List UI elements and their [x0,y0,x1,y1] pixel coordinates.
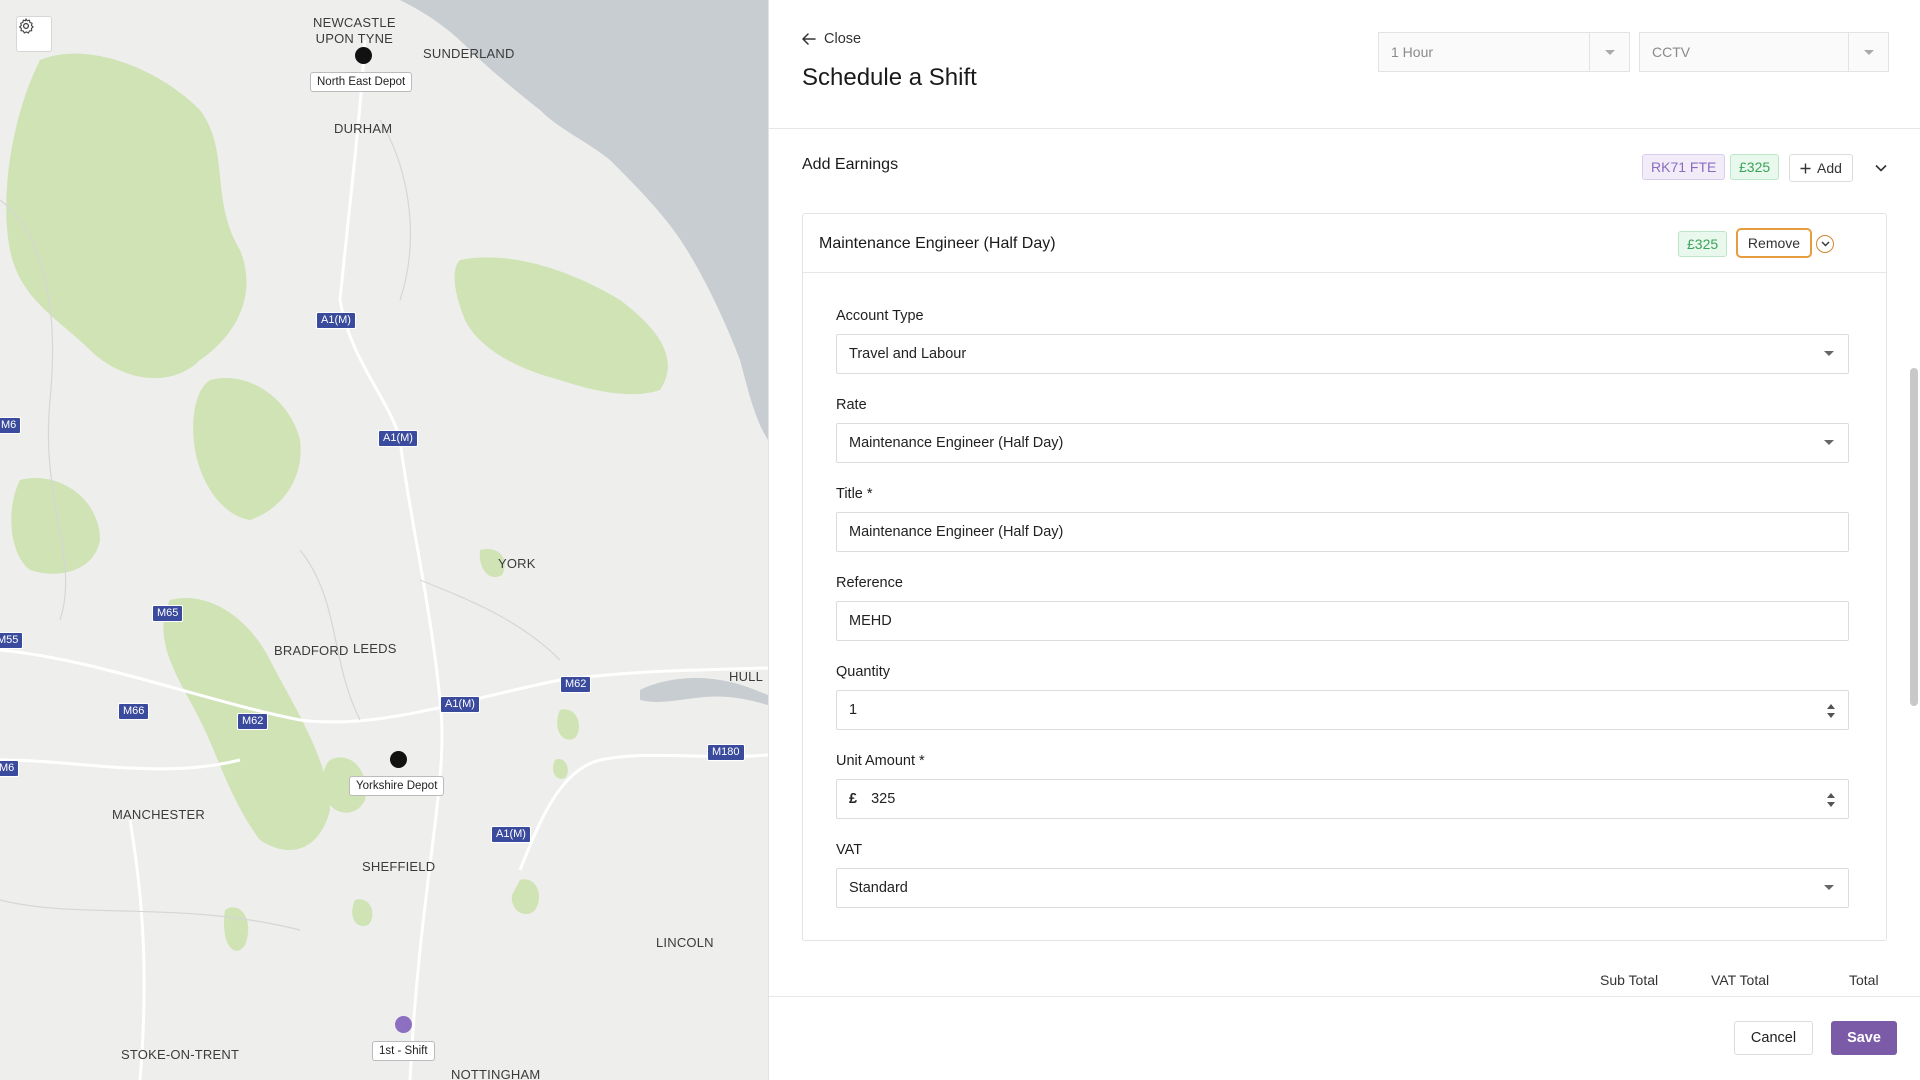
road-shield: A1(M) [440,696,480,713]
road-shield: A1(M) [491,826,531,843]
quantity-value: 1 [849,702,858,718]
road-shield: M62 [237,713,269,730]
earnings-total-chip: £325 [1730,154,1780,180]
rate-label: Rate [836,397,867,413]
marker-label: 1st - Shift [372,1041,435,1061]
earning-price-chip: £325 [1678,231,1728,257]
place-label-leeds: LEEDS [353,641,397,656]
chevron-down-icon [1875,164,1887,172]
unit-amount-stepper[interactable]: £ 325 [836,779,1849,819]
road-shield: A1(M) [316,312,356,329]
place-label-sheffield: SHEFFIELD [362,859,436,874]
marker-label: Yorkshire Depot [349,776,445,796]
map-canvas [0,0,768,1080]
close-label: Close [824,31,862,47]
panel-scrollbar[interactable] [1910,368,1918,706]
panel-header: Close Schedule a Shift 1 Hour CCTV [769,0,1920,129]
unit-amount-label: Unit Amount * [836,753,925,769]
place-label-bradford: BRADFORD [274,643,349,658]
remove-button[interactable]: Remove [1736,228,1812,258]
road-shield: M6 [0,760,20,777]
title-label: Title * [836,486,873,502]
rate-select[interactable]: Maintenance Engineer (Half Day) [836,423,1849,463]
schedule-shift-panel: Close Schedule a Shift 1 Hour CCTV Add E… [768,0,1920,1080]
duration-value: 1 Hour [1391,44,1434,60]
vat-select[interactable]: Standard [836,868,1849,908]
add-earning-button[interactable]: Add [1789,154,1853,182]
place-label-stoke: STOKE-ON-TRENT [121,1047,240,1062]
sub-total-label: Sub Total [1600,972,1659,988]
reference-label: Reference [836,575,903,591]
currency-symbol: £ [849,791,858,807]
earning-card: Maintenance Engineer (Half Day) £325 Rem… [802,213,1887,941]
title-input[interactable]: Maintenance Engineer (Half Day) [836,512,1849,552]
cancel-button[interactable]: Cancel [1734,1021,1813,1055]
stepper-icon[interactable] [1826,702,1836,720]
vat-value: Standard [849,880,908,896]
earning-card-title: Maintenance Engineer (Half Day) [819,235,1056,252]
woodland-areas [6,53,668,951]
map-settings-button[interactable] [16,16,52,52]
chevron-down-icon [1589,33,1629,71]
gear-icon [19,18,34,34]
account-type-label: Account Type [836,308,924,324]
caret-down-icon [1824,440,1834,445]
caret-down-icon [1824,351,1834,356]
vat-label: VAT [836,842,863,858]
add-label: Add [1817,160,1842,176]
vat-total-label: VAT Total [1711,972,1770,988]
chevron-down-icon [1848,33,1888,71]
quantity-label: Quantity [836,664,890,680]
title-value: Maintenance Engineer (Half Day) [849,524,1064,540]
road-shield: M66 [118,703,150,720]
marker-label: North East Depot [310,72,413,92]
collapse-button[interactable] [1816,235,1834,253]
unit-amount-value: 325 [871,791,896,807]
reference-input[interactable]: MEHD [836,601,1849,641]
quantity-stepper[interactable]: 1 [836,690,1849,730]
close-button[interactable]: Close [802,31,861,47]
place-label-manchester: MANCHESTER [112,807,206,822]
place-label-durham: DURHAM [334,121,393,136]
place-label-lincoln: LINCOLN [656,935,714,950]
map-marker-shift[interactable] [395,1016,412,1033]
rate-value: Maintenance Engineer (Half Day) [849,435,1064,451]
road-shield: A1(M) [378,430,418,447]
road-shield: M55 [0,632,24,649]
earning-card-header: Maintenance Engineer (Half Day) £325 Rem… [803,214,1886,273]
save-button[interactable]: Save [1831,1021,1897,1055]
chevron-down-icon [1821,241,1829,247]
reference-value: MEHD [849,613,892,629]
duration-select[interactable]: 1 Hour [1378,32,1630,72]
map-marker-yorkshire-depot[interactable] [390,751,407,768]
map-view[interactable]: NEWCASTLE UPON TYNE SUNDERLAND DURHAM YO… [0,0,768,1080]
place-label-hull: HULL [729,669,764,684]
map-marker-north-east-depot[interactable] [355,47,372,64]
page-title: Schedule a Shift [802,64,977,91]
arrow-left-icon [802,33,816,45]
service-value: CCTV [1652,44,1691,60]
total-label: Total [1849,972,1879,988]
road-shield: M6 [0,417,22,434]
road-shield: M180 [707,744,745,761]
service-select[interactable]: CCTV [1639,32,1889,72]
vehicle-chip: RK71 FTE [1642,154,1726,180]
account-type-select[interactable]: Travel and Labour [836,334,1849,374]
caret-down-icon [1824,885,1834,890]
plus-icon [1800,163,1811,173]
earnings-expand-button[interactable] [1873,160,1889,176]
place-label-sunderland: SUNDERLAND [423,46,515,61]
account-type-value: Travel and Labour [849,346,967,362]
panel-footer: Cancel Save [769,996,1920,1080]
place-label-york: YORK [498,556,536,571]
road-shield: M62 [560,676,592,693]
stepper-icon[interactable] [1826,791,1836,809]
add-earnings-heading: Add Earnings [802,156,899,173]
road-shield: M65 [152,605,184,622]
place-label-newcastle: NEWCASTLE UPON TYNE [313,15,396,46]
place-label-nottingham: NOTTINGHAM [451,1067,541,1080]
